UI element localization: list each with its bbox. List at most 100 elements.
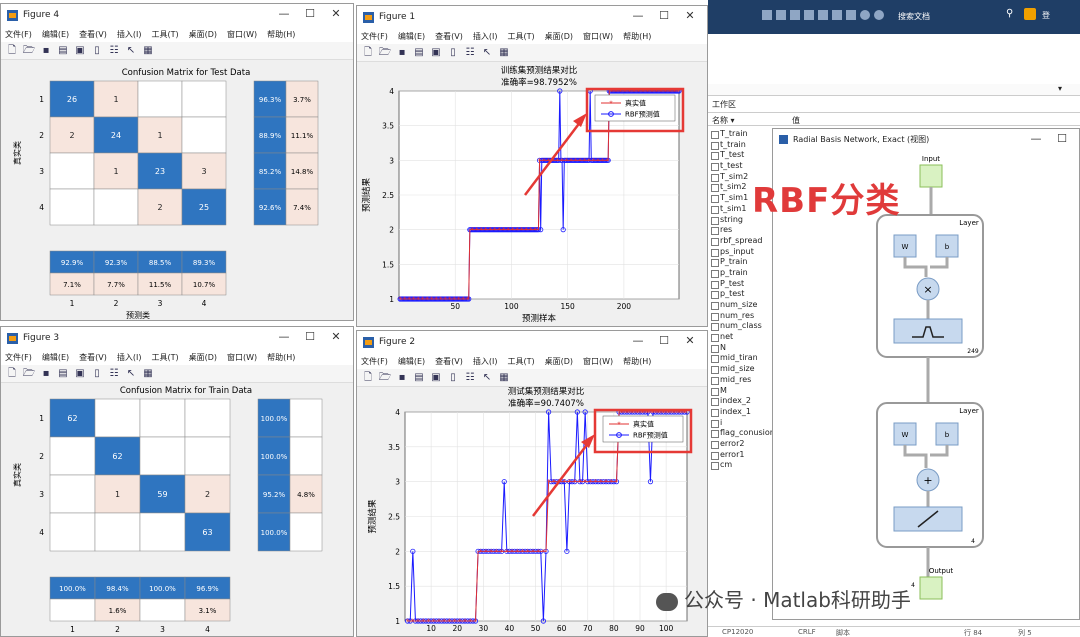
print-icon[interactable]: ▤ [412,372,426,384]
save-icon[interactable]: ▪ [395,372,409,384]
maximize-button[interactable]: ☐ [1049,132,1075,145]
maximize-button[interactable]: ☐ [651,9,677,22]
workspace-variable[interactable]: rbf_spread [710,236,778,247]
workspace-variable[interactable]: p_train [710,268,778,279]
menu-item[interactable]: 工具(T) [151,29,178,40]
property-editor-icon[interactable]: ▦ [497,372,511,384]
property-editor-icon[interactable]: ▦ [141,45,155,57]
property-editor-icon[interactable]: ▦ [497,47,511,59]
zoom-icon[interactable]: ▣ [73,368,87,380]
new-file-icon[interactable]: 🗋 [5,45,19,57]
community-icon[interactable] [874,10,884,20]
maximize-button[interactable]: ☐ [297,7,323,20]
paste-icon[interactable] [804,10,814,20]
save-icon[interactable] [762,10,772,20]
workspace-variable[interactable]: index_1 [710,407,778,418]
maximize-button[interactable]: ☐ [297,330,323,343]
workspace-variable[interactable]: flag_conusion [710,428,778,439]
menu-item[interactable]: 帮助(H) [623,356,651,367]
menu-item[interactable]: 编辑(E) [398,31,425,42]
menu-item[interactable]: 插入(I) [117,352,142,363]
menu-item[interactable]: 桌面(D) [189,352,217,363]
bell-icon[interactable] [1024,8,1036,20]
workspace-variable[interactable]: M [710,386,778,397]
menu-item[interactable]: 文件(F) [361,356,388,367]
open-file-icon[interactable]: 🗁 [378,47,392,59]
open-file-icon[interactable]: 🗁 [378,372,392,384]
insert-colorbar-icon[interactable]: ▯ [90,368,104,380]
insert-legend-icon[interactable]: ☷ [107,45,121,57]
chevron-down-icon[interactable]: ▾ [1058,84,1062,93]
workspace-variable[interactable]: t_train [710,140,778,151]
menu-item[interactable]: 文件(F) [361,31,388,42]
menu-item[interactable]: 桌面(D) [545,31,573,42]
redo-icon[interactable] [832,10,842,20]
workspace-variable[interactable]: error1 [710,450,778,461]
menu-item[interactable]: 查看(V) [435,31,463,42]
workspace-variable[interactable]: mid_size [710,364,778,375]
workspace-variable[interactable]: index_2 [710,396,778,407]
workspace-variable[interactable]: T_test [710,150,778,161]
workspace-variable[interactable]: i [710,418,778,429]
workspace-variable[interactable]: num_size [710,300,778,311]
save-icon[interactable]: ▪ [395,47,409,59]
undo-icon[interactable] [818,10,828,20]
figure1-window[interactable]: Figure 1 — ☐ ✕ 文件(F) 编辑(E) 查看(V) 插入(I) 工具(T) 桌面… [356,5,708,327]
new-file-icon[interactable]: 🗋 [361,47,375,59]
insert-colorbar-icon[interactable]: ▯ [446,372,460,384]
cut-icon[interactable] [776,10,786,20]
pointer-icon[interactable]: ↖ [124,368,138,380]
menu-item[interactable]: 窗口(W) [227,29,257,40]
menu-item[interactable]: 插入(I) [473,356,498,367]
property-editor-icon[interactable]: ▦ [141,368,155,380]
menu-item[interactable]: 帮助(H) [623,31,651,42]
minimize-button[interactable]: — [1023,132,1049,145]
print-icon[interactable]: ▤ [56,45,70,57]
workspace-variable[interactable]: P_train [710,257,778,268]
save-icon[interactable]: ▪ [39,45,53,57]
open-file-icon[interactable]: 🗁 [22,45,36,57]
column-value[interactable]: 值 [792,115,800,126]
menu-item[interactable]: 窗口(W) [583,356,613,367]
menu-item[interactable]: 查看(V) [435,356,463,367]
menu-item[interactable]: 帮助(H) [267,29,295,40]
minimize-button[interactable]: — [271,7,297,20]
save-icon[interactable]: ▪ [39,368,53,380]
menu-item[interactable]: 工具(T) [507,31,534,42]
workspace-variable[interactable]: ps_input [710,247,778,258]
menu-item[interactable]: 工具(T) [151,352,178,363]
minimize-button[interactable]: — [625,9,651,22]
insert-legend-icon[interactable]: ☷ [463,47,477,59]
search-icon[interactable]: ⚲ [1006,8,1013,19]
column-name[interactable]: 名称 ▾ [712,115,735,126]
new-file-icon[interactable]: 🗋 [5,368,19,380]
menu-item[interactable]: 编辑(E) [42,29,69,40]
menu-item[interactable]: 工具(T) [507,356,534,367]
pointer-icon[interactable]: ↖ [480,372,494,384]
menu-item[interactable]: 查看(V) [79,29,107,40]
zoom-icon[interactable]: ▣ [429,47,443,59]
insert-colorbar-icon[interactable]: ▯ [90,45,104,57]
zoom-icon[interactable]: ▣ [429,372,443,384]
pointer-icon[interactable]: ↖ [480,47,494,59]
help-icon[interactable] [860,10,870,20]
minimize-button[interactable]: — [271,330,297,343]
maximize-button[interactable]: ☐ [651,334,677,347]
workspace-variable[interactable]: cm [710,460,778,471]
pointer-icon[interactable]: ↖ [124,45,138,57]
workspace-variable[interactable]: mid_tiran [710,353,778,364]
menu-item[interactable]: 插入(I) [473,31,498,42]
insert-legend-icon[interactable]: ☷ [107,368,121,380]
new-file-icon[interactable]: 🗋 [361,372,375,384]
menu-item[interactable]: 文件(F) [5,29,32,40]
zoom-icon[interactable]: ▣ [73,45,87,57]
address-bar[interactable]: ▾ [708,84,1080,96]
workspace-variable[interactable]: T_train [710,129,778,140]
figure3-window[interactable]: Figure 3 — ☐ ✕ 文件(F) 编辑(E) 查看(V) 插入(I) 工具(T) 桌面… [0,326,354,637]
minimize-button[interactable]: — [625,334,651,347]
print-icon[interactable]: ▤ [56,368,70,380]
menu-item[interactable]: 编辑(E) [42,352,69,363]
menu-item[interactable]: 文件(F) [5,352,32,363]
insert-legend-icon[interactable]: ☷ [463,372,477,384]
menu-item[interactable]: 窗口(W) [583,31,613,42]
